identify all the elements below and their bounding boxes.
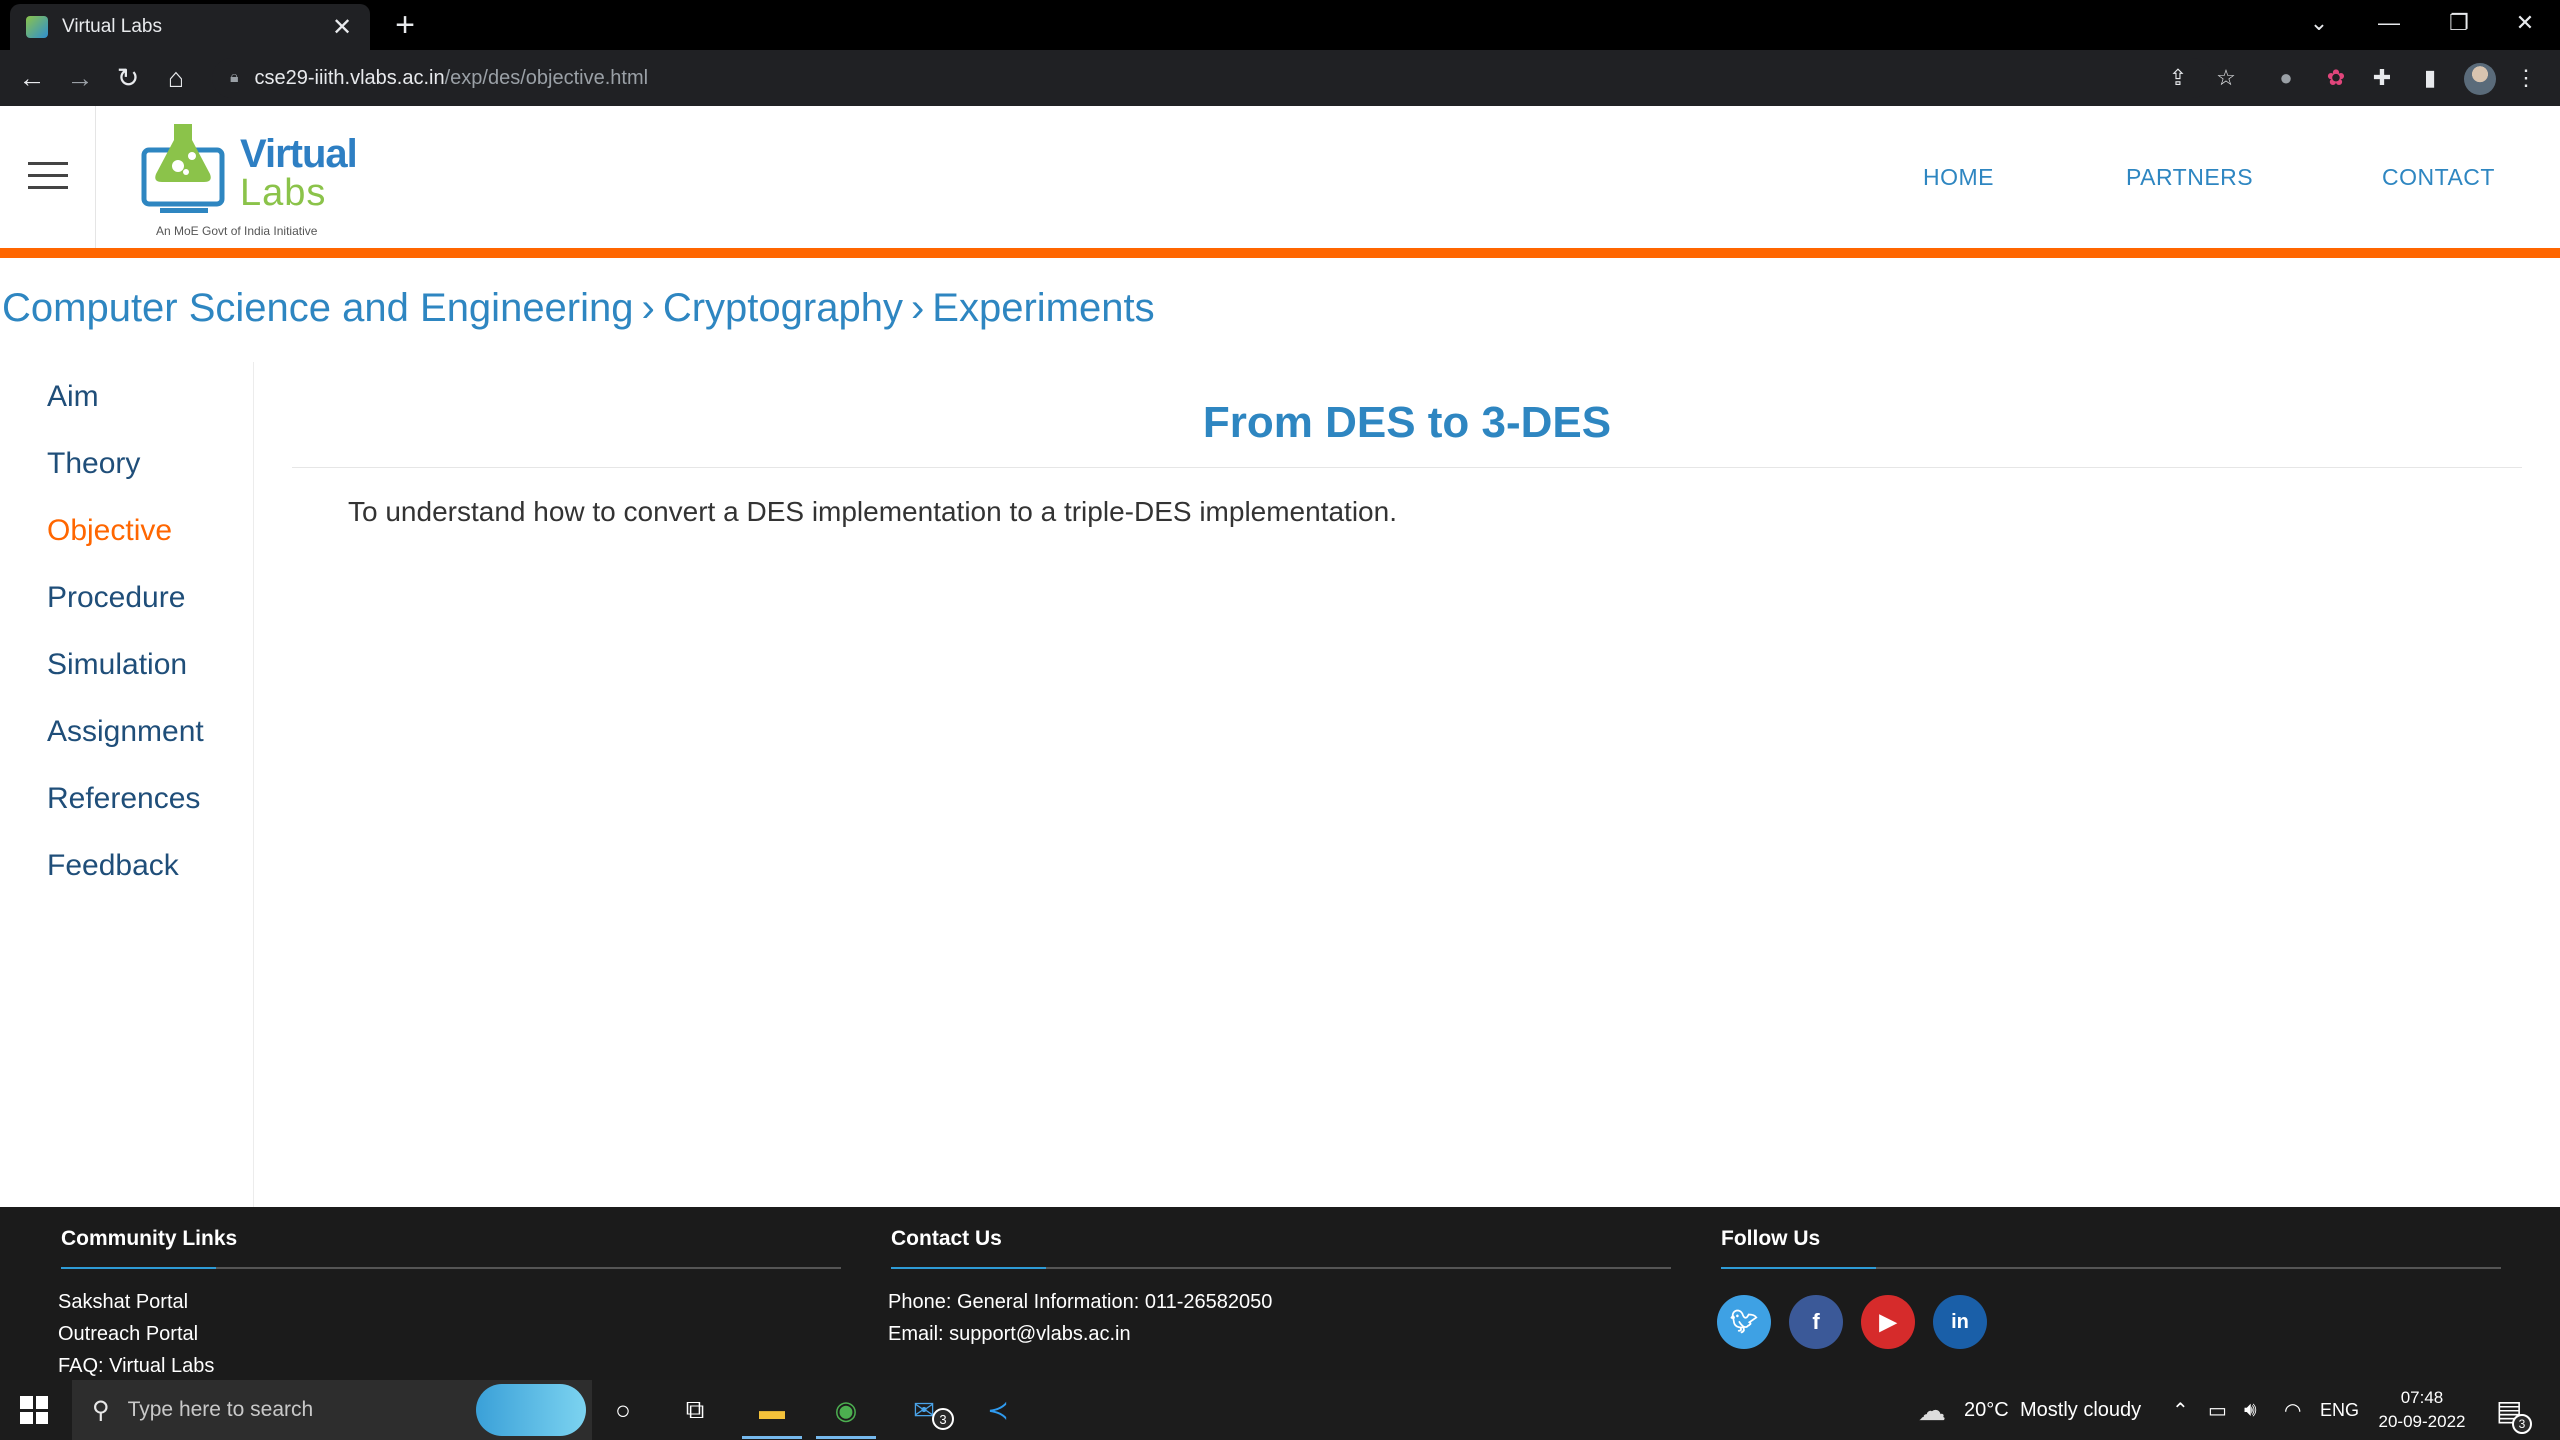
url-path: /exp/des/objective.html bbox=[444, 66, 649, 89]
nav-home-link[interactable]: HOME bbox=[1923, 164, 1994, 191]
logo-text-labs: Labs bbox=[240, 172, 327, 214]
clock-time: 07:48 bbox=[2400, 1388, 2444, 1407]
volume-icon[interactable]: 🔊︎ bbox=[2244, 1380, 2257, 1440]
flask-monitor-icon bbox=[141, 124, 225, 213]
color-extension-icon[interactable]: ✿ bbox=[2320, 62, 2352, 94]
language-indicator[interactable]: ENG bbox=[2320, 1380, 2359, 1440]
sidebar-item-references[interactable]: References bbox=[47, 782, 200, 816]
objective-text: To understand how to convert a DES imple… bbox=[348, 496, 1397, 527]
forward-icon[interactable]: → bbox=[60, 60, 100, 96]
breadcrumb-department[interactable]: Computer Science and Engineering bbox=[2, 286, 634, 330]
sidebar-item-feedback[interactable]: Feedback bbox=[47, 849, 179, 883]
minimize-button[interactable]: — bbox=[2354, 0, 2424, 46]
site-favicon-icon bbox=[26, 16, 48, 38]
breadcrumb: Computer Science and Engineering › Cryptog… bbox=[2, 286, 1155, 331]
weather-cloud-icon[interactable]: ☁ bbox=[1918, 1380, 1946, 1440]
sidebar-item-procedure[interactable]: Procedure bbox=[47, 581, 185, 615]
breadcrumb-lab[interactable]: Cryptography bbox=[663, 286, 903, 330]
system-clock[interactable]: 07:48 20-09-2022 bbox=[2372, 1386, 2472, 1434]
side-panel-icon[interactable]: ▮ bbox=[2414, 62, 2446, 94]
sidebar-item-theory[interactable]: Theory bbox=[47, 447, 140, 481]
home-icon[interactable]: ⌂ bbox=[156, 60, 196, 96]
lock-icon: 🔒︎ bbox=[230, 69, 239, 86]
logo-text-virtual: Virtual bbox=[240, 132, 358, 176]
notification-badge: 3 bbox=[2512, 1414, 2532, 1434]
windows-start-icon[interactable] bbox=[20, 1396, 48, 1424]
browser-tab-strip: Virtual Labs ✕ + ⌄ — ❐ ✕ bbox=[0, 0, 2560, 50]
footer-phone: Phone: General Information: 011-26582050 bbox=[888, 1291, 1273, 1313]
experiment-sidebar: Aim Theory Objective Procedure Simulatio… bbox=[0, 362, 254, 1207]
sidebar-item-assignment[interactable]: Assignment bbox=[47, 715, 204, 749]
bookmark-star-icon[interactable]: ☆ bbox=[2210, 62, 2242, 94]
file-explorer-icon[interactable]: ▬ bbox=[752, 1390, 792, 1430]
clock-date: 20-09-2022 bbox=[2378, 1412, 2466, 1431]
tab-title: Virtual Labs bbox=[62, 16, 162, 37]
close-window-button[interactable]: ✕ bbox=[2490, 0, 2560, 46]
header-divider bbox=[95, 106, 96, 248]
extension-icon[interactable]: ● bbox=[2270, 62, 2302, 94]
search-highlight-art bbox=[476, 1384, 586, 1436]
profile-avatar[interactable] bbox=[2464, 63, 2496, 95]
cortana-icon[interactable]: ○ bbox=[603, 1390, 643, 1430]
twitter-icon[interactable]: 🐦︎ bbox=[1717, 1295, 1771, 1349]
header-accent-bar bbox=[0, 248, 2560, 258]
file-explorer-active-indicator bbox=[742, 1436, 802, 1439]
footer-link-outreach[interactable]: Outreach Portal bbox=[58, 1323, 198, 1346]
hamburger-menu-icon[interactable] bbox=[28, 162, 68, 192]
address-bar[interactable]: 🔒︎ cse29-iiith.vlabs.ac.in /exp/des/obje… bbox=[212, 58, 2212, 98]
nav-partners-link[interactable]: PARTNERS bbox=[2126, 164, 2253, 191]
search-icon: ⚲ bbox=[92, 1396, 110, 1424]
footer-follow-heading: Follow Us bbox=[1721, 1227, 1821, 1250]
wifi-icon[interactable]: ◠ bbox=[2284, 1380, 2301, 1440]
sidebar-item-objective[interactable]: Objective bbox=[47, 514, 172, 548]
breadcrumb-experiments[interactable]: Experiments bbox=[932, 286, 1154, 330]
footer-email[interactable]: Email: support@vlabs.ac.in bbox=[888, 1323, 1131, 1346]
tab-close-icon[interactable]: ✕ bbox=[330, 13, 354, 42]
nav-contact-link[interactable]: CONTACT bbox=[2382, 164, 2495, 191]
title-divider bbox=[292, 467, 2522, 468]
site-footer: Community Links Sakshat Portal Outreach … bbox=[0, 1207, 2560, 1380]
tab-search-icon[interactable]: ⌄ bbox=[2284, 0, 2354, 46]
footer-link-sakshat[interactable]: Sakshat Portal bbox=[58, 1291, 188, 1314]
footer-link-faq[interactable]: FAQ: Virtual Labs bbox=[58, 1355, 214, 1378]
mail-badge: 3 bbox=[932, 1408, 954, 1430]
extensions-puzzle-icon[interactable]: ✚ bbox=[2366, 62, 2398, 94]
footer-contact-heading: Contact Us bbox=[891, 1227, 1002, 1250]
sidebar-item-aim[interactable]: Aim bbox=[47, 380, 99, 414]
browser-menu-icon[interactable]: ⋮ bbox=[2510, 62, 2542, 94]
site-header: Virtual Labs An MoE Govt of India Initia… bbox=[0, 106, 2560, 248]
weather-description[interactable]: Mostly cloudy bbox=[2020, 1380, 2141, 1440]
breadcrumb-separator-icon: › bbox=[910, 286, 925, 330]
taskbar-search-box[interactable]: ⚲ Type here to search bbox=[72, 1380, 592, 1440]
show-hidden-icons-icon[interactable]: ⌃ bbox=[2172, 1380, 2189, 1440]
task-view-icon[interactable]: ⧉ bbox=[675, 1390, 715, 1430]
taskbar-search-placeholder: Type here to search bbox=[127, 1398, 314, 1421]
footer-rule bbox=[891, 1267, 1671, 1269]
url-host: cse29-iiith.vlabs.ac.in bbox=[254, 66, 445, 89]
youtube-icon[interactable]: ▶ bbox=[1861, 1295, 1915, 1349]
footer-rule bbox=[61, 1267, 841, 1269]
restore-button[interactable]: ❐ bbox=[2424, 0, 2494, 46]
sidebar-item-simulation[interactable]: Simulation bbox=[47, 648, 187, 682]
back-icon[interactable]: ← bbox=[12, 60, 52, 96]
share-icon[interactable]: ⇪ bbox=[2162, 62, 2194, 94]
reload-icon[interactable]: ↻ bbox=[108, 60, 148, 96]
breadcrumb-separator-icon: › bbox=[641, 286, 655, 330]
new-tab-button[interactable]: + bbox=[388, 8, 422, 42]
linkedin-icon[interactable]: in bbox=[1933, 1295, 1987, 1349]
virtual-labs-logo[interactable]: Virtual Labs An MoE Govt of India Initia… bbox=[140, 116, 360, 241]
browser-tab[interactable]: Virtual Labs ✕ bbox=[10, 4, 370, 50]
logo-tagline: An MoE Govt of India Initiative bbox=[156, 224, 318, 238]
facebook-icon[interactable]: f bbox=[1789, 1295, 1843, 1349]
chrome-icon[interactable]: ◉ bbox=[826, 1390, 866, 1430]
footer-rule bbox=[1721, 1267, 2501, 1269]
windows-taskbar: ⚲ Type here to search ○ ⧉ ▬ ◉ ✉ 3 ≺ ☁ 20… bbox=[0, 1380, 2560, 1440]
chrome-active-indicator bbox=[816, 1436, 876, 1439]
weather-temp[interactable]: 20°C bbox=[1964, 1380, 2009, 1440]
vscode-icon[interactable]: ≺ bbox=[978, 1390, 1018, 1430]
footer-community-heading: Community Links bbox=[61, 1227, 238, 1250]
experiment-title: From DES to 3-DES bbox=[1202, 398, 1612, 447]
battery-icon[interactable]: ▭ bbox=[2208, 1380, 2227, 1440]
